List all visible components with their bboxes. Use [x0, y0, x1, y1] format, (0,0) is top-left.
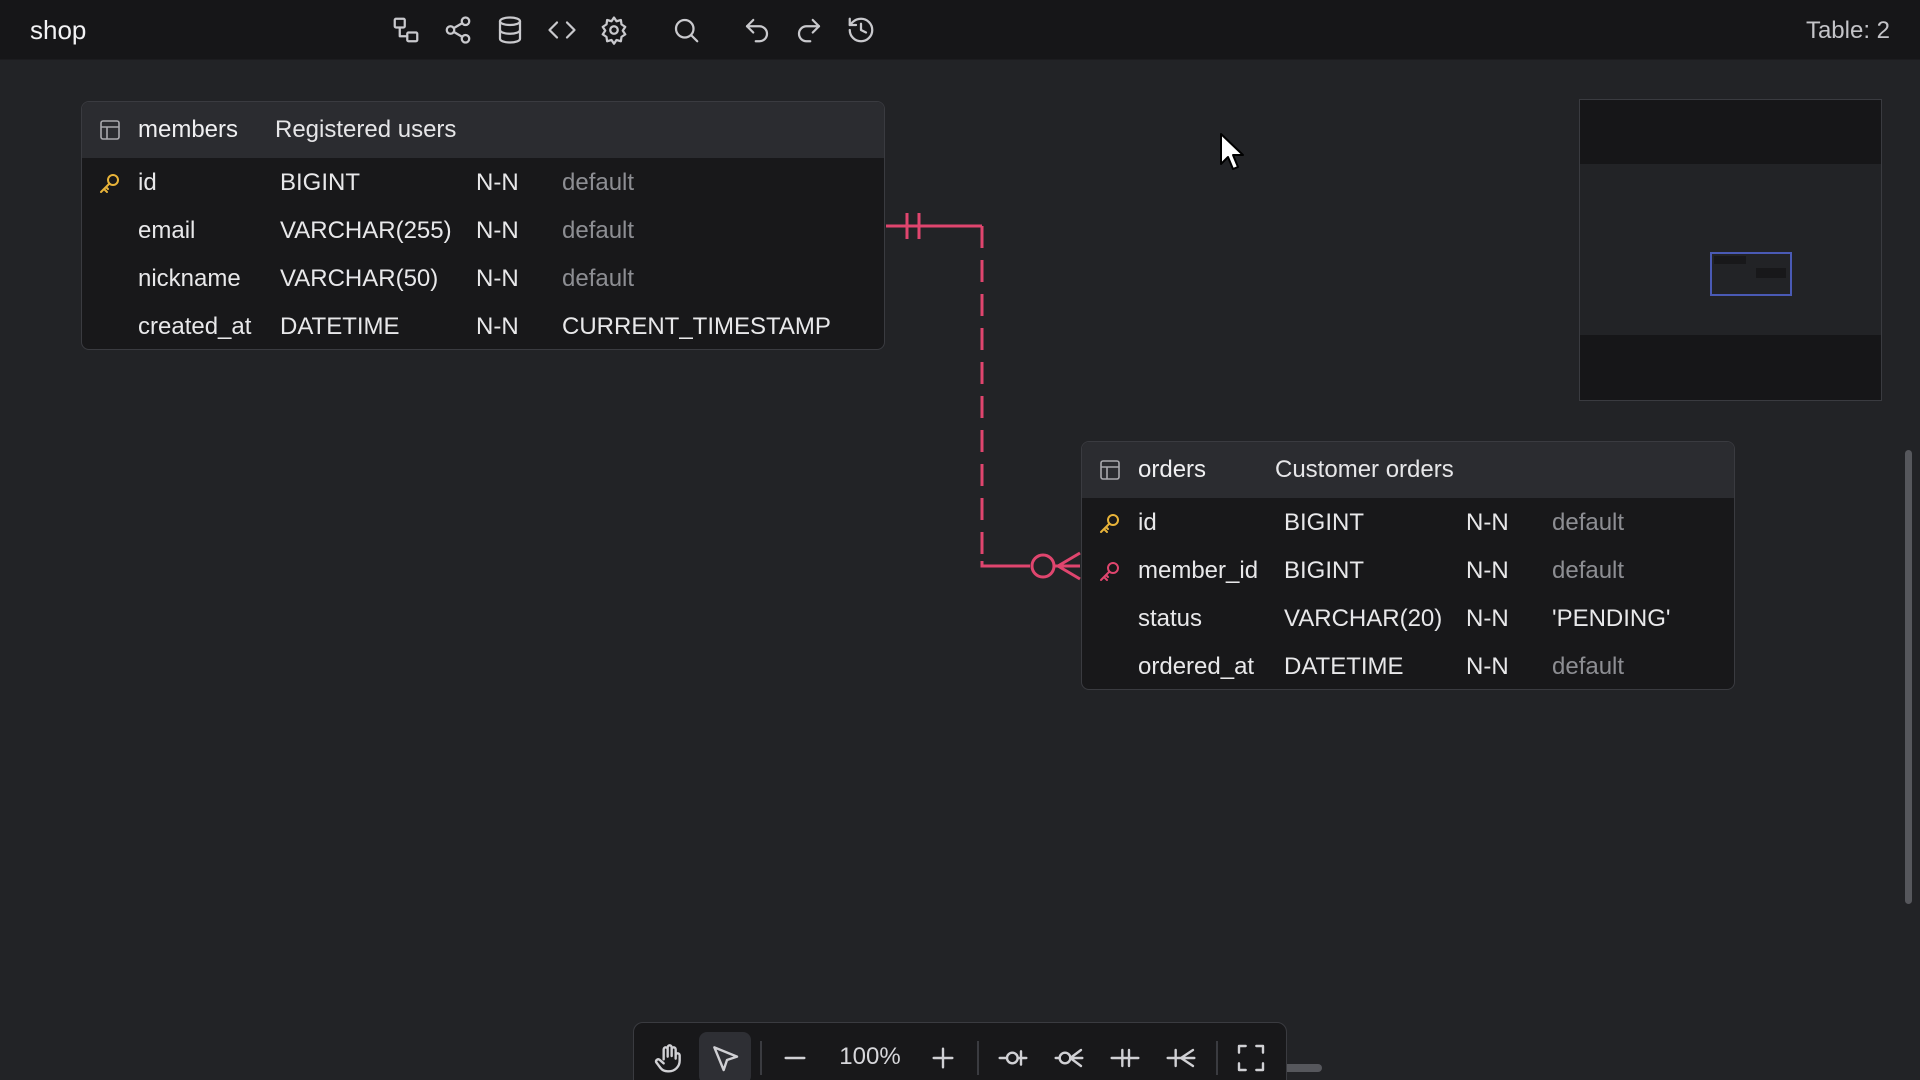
column-name: member_id	[1138, 557, 1259, 584]
table-header[interactable]: orders Customer orders	[1082, 442, 1734, 498]
column-nullable: N-N	[476, 217, 519, 244]
minimap-canvas	[1580, 164, 1881, 335]
search-icon[interactable]	[666, 10, 706, 50]
minimap-viewport[interactable]	[1710, 252, 1792, 296]
column-row[interactable]: id BIGINT N-N default	[82, 159, 884, 207]
column-row[interactable]: created_at DATETIME N-N CURRENT_TIMESTAM…	[82, 303, 884, 349]
vertical-scrollbar[interactable]	[1905, 450, 1912, 904]
column-default: default	[1552, 653, 1625, 680]
column-default: CURRENT_TIMESTAMP	[562, 313, 831, 340]
share-icon[interactable]	[438, 10, 478, 50]
app-title: shop	[30, 15, 87, 45]
diagram-icon[interactable]	[386, 10, 426, 50]
history-icon[interactable]	[841, 10, 881, 50]
zero-many-icon[interactable]	[1043, 1032, 1095, 1080]
column-nullable: N-N	[1466, 509, 1509, 536]
toolbar-divider	[1216, 1041, 1218, 1075]
redo-icon[interactable]	[789, 10, 829, 50]
zoom-level[interactable]: 100%	[825, 1043, 915, 1071]
mouse-cursor-icon	[1220, 133, 1244, 170]
column-nullable: N-N	[1466, 653, 1509, 680]
undo-icon[interactable]	[737, 10, 777, 50]
column-row[interactable]: id BIGINT N-N default	[1082, 499, 1734, 547]
fullscreen-icon[interactable]	[1225, 1032, 1277, 1080]
column-name: status	[1138, 605, 1203, 632]
one-only-icon[interactable]	[1099, 1032, 1151, 1080]
column-type: BIGINT	[1284, 557, 1365, 584]
table-icon	[98, 118, 122, 142]
column-type: BIGINT	[1284, 509, 1365, 536]
column-row[interactable]: ordered_at DATETIME N-N default	[1082, 643, 1734, 689]
table-comment: Customer orders	[1275, 456, 1454, 483]
table-comment: Registered users	[275, 116, 457, 143]
column-default: default	[562, 265, 635, 292]
top-bar: shop Table: 2	[0, 0, 1920, 60]
toolbar-divider	[760, 1041, 762, 1075]
column-nullable: N-N	[1466, 605, 1509, 632]
column-name: email	[138, 217, 196, 244]
diagram-canvas[interactable]: members Registered users id BIGINT N-N d…	[0, 61, 1920, 1080]
hand-icon[interactable]	[643, 1032, 695, 1080]
column-type: DATETIME	[280, 313, 400, 340]
column-row[interactable]: status VARCHAR(20) N-N 'PENDING'	[1082, 595, 1734, 643]
table-name: orders	[1138, 456, 1207, 483]
column-default: default	[1552, 509, 1625, 536]
table-name: members	[138, 116, 239, 143]
table-orders[interactable]: orders Customer orders id BIGINT N-N def…	[1081, 441, 1735, 690]
table-header[interactable]: members Registered users	[82, 102, 884, 158]
zero-one-icon[interactable]	[987, 1032, 1039, 1080]
column-row[interactable]: email VARCHAR(255) N-N default	[82, 207, 884, 255]
column-nullable: N-N	[476, 265, 519, 292]
column-default: default	[562, 169, 635, 196]
column-name: ordered_at	[1138, 653, 1255, 680]
column-type: DATETIME	[1284, 653, 1404, 680]
column-name: nickname	[138, 265, 241, 292]
table-icon	[1098, 458, 1122, 482]
bottom-toolbar: 100%	[633, 1022, 1287, 1080]
column-name: created_at	[138, 313, 252, 340]
minimap[interactable]	[1579, 99, 1882, 401]
settings-icon[interactable]	[594, 10, 634, 50]
column-name: id	[138, 169, 157, 196]
column-nullable: N-N	[476, 313, 519, 340]
column-row[interactable]: member_id BIGINT N-N default	[1082, 547, 1734, 595]
column-type: VARCHAR(50)	[280, 265, 439, 292]
toolbar-divider	[977, 1041, 979, 1075]
column-type: BIGINT	[280, 169, 361, 196]
column-default: default	[562, 217, 635, 244]
column-row[interactable]: nickname VARCHAR(50) N-N default	[82, 255, 884, 303]
zoom-in-icon[interactable]	[917, 1032, 969, 1080]
code-icon[interactable]	[542, 10, 582, 50]
table-members[interactable]: members Registered users id BIGINT N-N d…	[81, 101, 885, 350]
column-nullable: N-N	[476, 169, 519, 196]
database-icon[interactable]	[490, 10, 530, 50]
column-nullable: N-N	[1466, 557, 1509, 584]
column-default: default	[1552, 557, 1625, 584]
column-name: id	[1138, 509, 1157, 536]
zoom-out-icon[interactable]	[769, 1032, 821, 1080]
foreign-key-icon	[1098, 559, 1122, 583]
column-type: VARCHAR(20)	[1284, 605, 1443, 632]
table-count: Table: 2	[1805, 17, 1890, 44]
one-many-icon[interactable]	[1155, 1032, 1207, 1080]
column-default: 'PENDING'	[1552, 605, 1671, 632]
primary-key-icon	[98, 171, 122, 195]
primary-key-icon	[1098, 511, 1122, 535]
column-type: VARCHAR(255)	[280, 217, 452, 244]
pointer-icon[interactable]	[699, 1032, 751, 1080]
